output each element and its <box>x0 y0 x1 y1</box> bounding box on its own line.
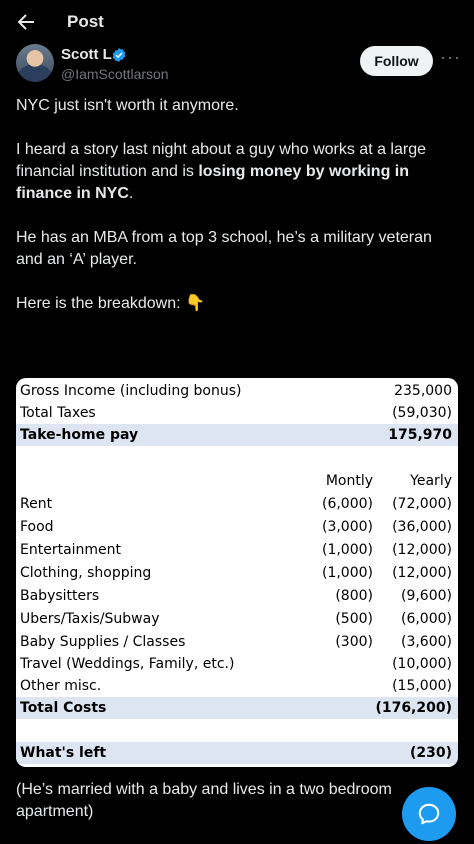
row-yearly: (9,600) <box>400 588 452 604</box>
table-row: Clothing, shopping (1,000) (12,000) <box>16 562 458 584</box>
table-row: Travel (Weddings, Family, etc.) (10,000) <box>16 653 458 675</box>
table-row-total-costs: Total Costs (176,200) <box>16 697 458 719</box>
table-row: Baby Supplies / Classes (300) (3,600) <box>16 631 458 653</box>
author-name[interactable]: Scott L <box>61 46 112 63</box>
page-title: Post <box>67 12 104 31</box>
verified-badge-icon <box>112 48 126 62</box>
row-monthly: (1,000) <box>321 565 373 581</box>
table-row: Babysitters (800) (9,600) <box>16 585 458 607</box>
row-label: Travel (Weddings, Family, etc.) <box>20 656 235 672</box>
row-monthly: (3,000) <box>321 519 373 535</box>
row-yearly: (15,000) <box>392 678 452 694</box>
row-yearly: (230) <box>409 745 452 761</box>
row-monthly: (300) <box>335 634 373 650</box>
top-bar: Post <box>0 0 474 44</box>
tweet-paragraph: NYC just isn't worth it anymore. <box>16 97 239 114</box>
table-row-takehome: Take-home pay 175,970 <box>16 424 458 446</box>
table-row: Other misc. (15,000) <box>16 675 458 697</box>
chat-button[interactable] <box>402 787 456 841</box>
row-yearly: 235,000 <box>394 383 452 399</box>
row-yearly: (72,000) <box>392 496 452 512</box>
table-row-whats-left: What's left (230) <box>16 742 458 764</box>
table-header-row: Montly Yearly <box>16 470 458 492</box>
row-label: Babysitters <box>20 588 100 604</box>
avatar[interactable] <box>16 44 54 82</box>
table-row-taxes: Total Taxes (59,030) <box>16 402 458 424</box>
row-label: Total Costs <box>20 700 107 716</box>
tweet-paragraph: He has an MBA from a top 3 school, he’s … <box>16 229 432 268</box>
chat-bubble-icon <box>418 803 440 825</box>
table-row: Entertainment (1,000) (12,000) <box>16 539 458 561</box>
row-yearly: (59,030) <box>392 405 452 421</box>
table-row: Rent (6,000) (72,000) <box>16 493 458 515</box>
row-yearly: (12,000) <box>392 542 452 558</box>
row-label: Total Taxes <box>20 405 96 421</box>
table-row: Ubers/Taxis/Subway (500) (6,000) <box>16 608 458 630</box>
tweet-text-span: . <box>128 185 134 202</box>
row-yearly: (12,000) <box>392 565 452 581</box>
row-label: Clothing, shopping <box>20 565 152 581</box>
row-yearly: 175,970 <box>388 427 452 443</box>
row-monthly: (500) <box>335 611 373 627</box>
row-yearly: (10,000) <box>392 656 452 672</box>
row-yearly: (176,200) <box>375 700 452 716</box>
row-label: Baby Supplies / Classes <box>20 634 186 650</box>
back-arrow-icon[interactable] <box>14 10 38 34</box>
row-label: Food <box>20 519 54 535</box>
tweet-paragraph: I heard a story last night about a guy w… <box>16 139 456 205</box>
more-options-icon[interactable]: ··· <box>440 48 460 68</box>
row-monthly: (6,000) <box>321 496 373 512</box>
row-monthly: (1,000) <box>321 542 373 558</box>
table-row: Food (3,000) (36,000) <box>16 516 458 538</box>
row-monthly: (800) <box>335 588 373 604</box>
budget-spreadsheet-image[interactable]: Gross Income (including bonus) 235,000 T… <box>16 378 458 767</box>
column-header-yearly: Yearly <box>410 473 452 489</box>
row-label: Other misc. <box>20 678 102 694</box>
row-yearly: (6,000) <box>400 611 452 627</box>
author-handle[interactable]: @IamScottlarson <box>61 66 169 82</box>
row-yearly: (36,000) <box>392 519 452 535</box>
row-label: Take-home pay <box>20 427 139 443</box>
tweet-paragraph: (He’s married with a baby and lives in a… <box>16 781 392 820</box>
row-label: Ubers/Taxis/Subway <box>20 611 160 627</box>
row-label: Entertainment <box>20 542 122 558</box>
tweet-paragraph: Here is the breakdown: 👇 <box>16 295 205 312</box>
follow-button[interactable]: Follow <box>360 46 433 76</box>
tweet-text: NYC just isn't worth it anymore. I heard… <box>16 95 456 315</box>
row-label: What's left <box>20 745 107 761</box>
column-header-monthly: Montly <box>325 473 373 489</box>
row-yearly: (3,600) <box>400 634 452 650</box>
table-row-gross: Gross Income (including bonus) 235,000 <box>16 380 458 402</box>
row-label: Gross Income (including bonus) <box>20 383 242 399</box>
row-label: Rent <box>20 496 53 512</box>
